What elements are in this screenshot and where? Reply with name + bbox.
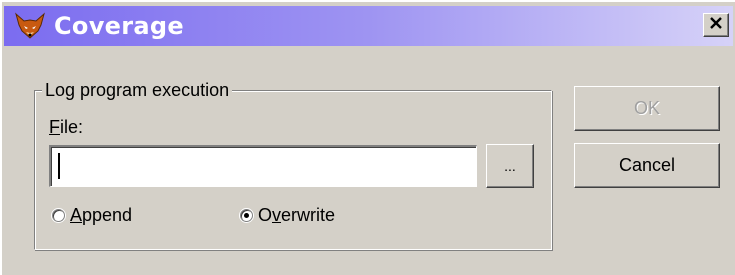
cancel-button[interactable]: Cancel (574, 143, 720, 188)
overwrite-label: Overwrite (258, 205, 336, 225)
close-button[interactable] (703, 13, 729, 37)
ok-button[interactable]: OK (574, 86, 720, 131)
close-icon (709, 16, 723, 34)
file-label: File: (49, 117, 84, 137)
append-label: Append (70, 205, 133, 225)
browse-button[interactable]: ... (486, 144, 534, 188)
coverage-dialog: Coverage Log program execution File: ...… (0, 0, 735, 275)
overwrite-radio[interactable]: Overwrite (240, 204, 335, 226)
overwrite-radio-circle[interactable] (240, 208, 253, 222)
group-legend: Log program execution (42, 79, 233, 101)
foxpro-fox-icon (14, 11, 46, 41)
text-caret (58, 153, 60, 179)
file-input[interactable] (49, 145, 477, 187)
title-bar[interactable]: Coverage (4, 6, 733, 46)
window-title: Coverage (54, 12, 184, 40)
append-radio-circle[interactable] (52, 208, 65, 222)
append-radio[interactable]: Append (52, 204, 132, 226)
